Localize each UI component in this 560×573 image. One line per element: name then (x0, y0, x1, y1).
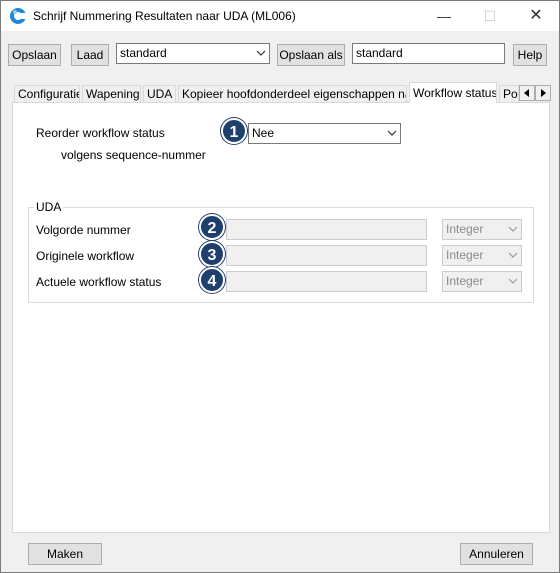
originele-type-select[interactable]: Integer (442, 245, 522, 266)
save-button[interactable]: Opslaan (8, 44, 61, 66)
chevron-down-icon (256, 50, 266, 56)
maximize-icon[interactable]: ☐ (467, 1, 513, 31)
reorder-label: Reorder workflow status (36, 126, 165, 140)
window-title: Schrijf Nummering Resultaten naar UDA (M… (33, 9, 296, 23)
reorder-sub-label: volgens sequence-nummer (61, 148, 206, 162)
chevron-down-icon (508, 252, 518, 258)
tab-wapening[interactable]: Wapening (82, 85, 141, 103)
tab-workflow-status[interactable]: Workflow status (409, 82, 497, 103)
volgorde-nummer-input[interactable] (226, 219, 427, 240)
make-button[interactable]: Maken (28, 543, 102, 565)
tab-kopieer-eigenschappen[interactable]: Kopieer hoofdonderdeel eigenschappen naa… (178, 85, 407, 103)
chevron-down-icon (387, 130, 397, 136)
reorder-select[interactable]: Nee (248, 123, 401, 144)
field-label-actuele: Actuele workflow status (36, 275, 162, 289)
save-as-button[interactable]: Opslaan als (277, 44, 345, 66)
tab-pos[interactable]: Pos (499, 85, 519, 103)
close-icon[interactable]: ✕ (513, 1, 559, 31)
originele-type-value: Integer (446, 248, 484, 262)
help-button[interactable]: Help (513, 44, 547, 66)
tab-panel-workflow-status (12, 102, 550, 533)
preset-select[interactable]: standard (116, 43, 270, 64)
callout-badge-4: 4 (199, 267, 225, 293)
actuele-type-select[interactable]: Integer (442, 271, 522, 292)
chevron-down-icon (508, 278, 518, 284)
callout-badge-2: 2 (199, 214, 225, 240)
title-bar: Schrijf Nummering Resultaten naar UDA (M… (1, 1, 559, 31)
dialog-window: Schrijf Nummering Resultaten naar UDA (M… (0, 0, 560, 573)
volgorde-type-value: Integer (446, 222, 484, 236)
actuele-workflow-status-input[interactable] (226, 271, 427, 292)
preset-select-value: standard (120, 46, 167, 60)
reorder-select-value: Nee (252, 126, 275, 140)
field-label-volgorde: Volgorde nummer (36, 223, 131, 237)
originele-workflow-input[interactable] (226, 245, 427, 266)
tab-uda[interactable]: UDA (143, 85, 176, 103)
callout-badge-3: 3 (199, 241, 225, 267)
actuele-type-value: Integer (446, 274, 484, 288)
save-as-name-input[interactable]: standard (352, 43, 505, 64)
chevron-down-icon (508, 226, 518, 232)
minimize-icon[interactable]: — (421, 1, 467, 31)
tab-configuratie[interactable]: Configuratie (14, 85, 80, 103)
volgorde-type-select[interactable]: Integer (442, 219, 522, 240)
tab-scroll-left-icon[interactable] (519, 85, 535, 101)
uda-group-label: UDA (34, 200, 64, 214)
field-label-originele: Originele workflow (36, 249, 135, 263)
cancel-button[interactable]: Annuleren (460, 543, 533, 565)
load-button[interactable]: Laad (71, 44, 109, 66)
app-logo-icon (10, 8, 27, 24)
callout-badge-1: 1 (221, 118, 247, 144)
tab-scroll-right-icon[interactable] (535, 85, 551, 101)
